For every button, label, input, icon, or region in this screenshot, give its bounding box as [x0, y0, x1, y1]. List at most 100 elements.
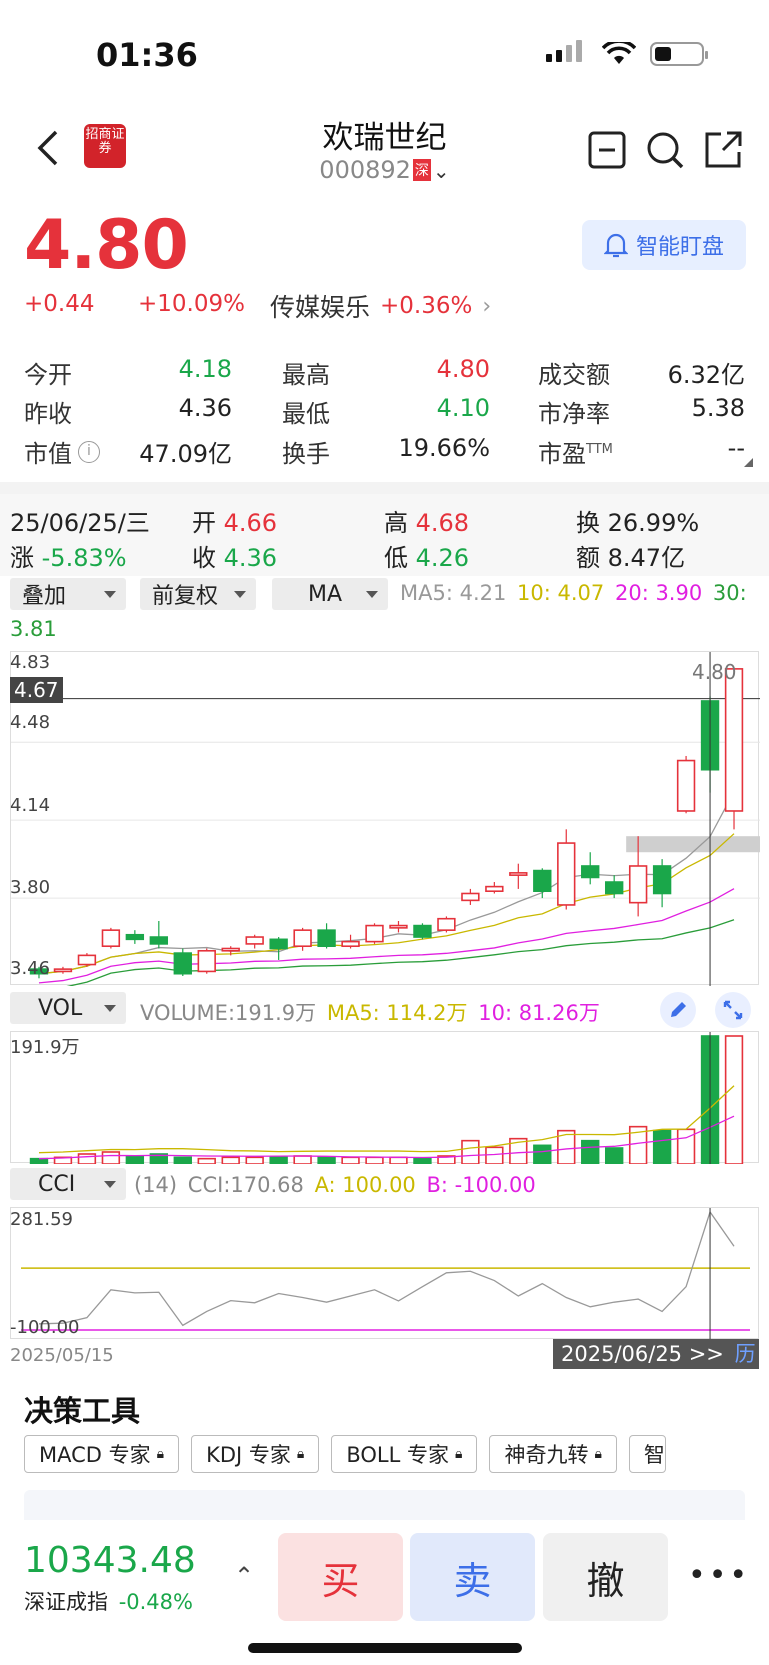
date-cursor-label[interactable]: 2025/06/25 >> 历 — [553, 1339, 759, 1369]
current-price: 4.80 — [24, 206, 189, 285]
value: 4.26 — [415, 544, 470, 572]
date-start-label: 2025/05/15 — [10, 1345, 114, 1366]
day-close: 收 4.36 — [192, 538, 277, 573]
volume-bar — [652, 1129, 672, 1165]
overlay-dropdown[interactable]: 叠加 — [10, 578, 126, 610]
day-date: 25/06/25/三 — [10, 509, 150, 537]
adjust-dropdown[interactable]: 前复权 — [140, 578, 256, 610]
cci-selector-label: CCI — [38, 1171, 76, 1197]
more-icon[interactable]: ••• — [688, 1558, 750, 1593]
label: 额 — [576, 544, 600, 572]
candle-body — [125, 933, 145, 941]
candle-body — [724, 668, 744, 812]
info-icon[interactable]: i — [78, 440, 100, 463]
candle-body — [245, 936, 264, 945]
caret-down-icon — [234, 590, 246, 598]
volume-bar — [77, 1153, 97, 1165]
chevron-up-icon[interactable]: ⌃ — [234, 1562, 254, 1590]
tool-chip-smart[interactable]: 智 — [628, 1435, 666, 1473]
sector-name: 传媒娱乐 — [270, 293, 371, 322]
share-icon[interactable] — [703, 128, 743, 170]
buy-button[interactable]: 买 — [278, 1533, 403, 1621]
volume-bar — [485, 1146, 504, 1165]
candle-body — [173, 952, 192, 975]
stat-label: 市盈 — [538, 440, 586, 468]
day-high: 高 4.68 — [384, 503, 469, 538]
chip-label: 神奇九转 — [504, 1443, 589, 1467]
tool-chip-boll[interactable]: BOLL 专家 🔒︎ — [331, 1435, 478, 1473]
day-open: 开 4.66 — [192, 503, 277, 538]
index-row[interactable]: 深证成指 -0.48% — [24, 1586, 193, 1616]
price-change-pct: +10.09% — [138, 291, 245, 317]
vol-dropdown[interactable]: VOL — [10, 992, 126, 1024]
pe-label: 市盈TTM — [538, 434, 613, 469]
price-axis-label: 3.80 — [10, 877, 51, 898]
stat-label: 市值 — [24, 440, 72, 468]
label: 低 — [384, 544, 408, 572]
volume-bar — [293, 1155, 312, 1165]
expand-corner-icon[interactable] — [744, 458, 753, 467]
edit-indicator-button[interactable] — [660, 992, 696, 1028]
battery-icon — [650, 42, 708, 66]
cci-dropdown[interactable]: CCI — [10, 1168, 126, 1200]
candle-body — [604, 881, 624, 895]
candle-body — [533, 869, 552, 892]
history-link[interactable]: 历 — [735, 1342, 756, 1366]
candle-body — [389, 924, 408, 929]
cursor-date: 2025/06/25 >> — [561, 1342, 724, 1366]
candle-body — [461, 892, 480, 902]
candle-body — [269, 938, 288, 950]
candle-body — [221, 947, 240, 952]
cci-chart-frame[interactable] — [10, 1207, 759, 1340]
stat-label: 市净率 — [538, 400, 610, 428]
fullscreen-button[interactable] — [715, 992, 751, 1028]
kline-chart — [11, 652, 760, 991]
smart-watch-button[interactable]: 智能盯盘 — [582, 220, 746, 270]
stat-value: 47.09亿 — [139, 440, 232, 468]
tool-chip-kdj[interactable]: KDJ 专家 🔒︎ — [191, 1435, 320, 1473]
exchange-tag: 深 — [412, 159, 431, 181]
cci-a-value: A: 100.00 — [314, 1173, 416, 1197]
label: 涨 — [10, 544, 34, 572]
stat-value: -- — [727, 434, 745, 462]
search-icon[interactable] — [645, 130, 685, 170]
stat-value: 4.80 — [436, 355, 490, 383]
volume-chart — [29, 1032, 744, 1165]
cci-axis-top: 281.59 — [10, 1209, 73, 1230]
ma20-value: 20: 3.90 — [614, 581, 703, 605]
tool-chip-macd[interactable]: MACD 专家 🔒︎ — [24, 1435, 180, 1473]
indicator-dropdown[interactable]: MA — [272, 578, 388, 610]
price-change: +0.44 — [24, 291, 95, 317]
sell-button[interactable]: 卖 — [410, 1533, 535, 1621]
sector-pct: +0.36% — [380, 293, 473, 319]
day-low: 低 4.26 — [384, 538, 469, 573]
cci-value: CCI:170.68 — [187, 1173, 304, 1197]
remove-watchlist-icon[interactable] — [588, 131, 626, 169]
ma5-value: MA5: 4.21 — [400, 581, 507, 605]
lock-icon: 🔒︎ — [156, 1446, 165, 1462]
day-change: 涨 -5.83% — [10, 538, 127, 573]
indicator-label: MA — [308, 581, 343, 607]
index-value[interactable]: 10343.48 — [24, 1540, 196, 1581]
tool-chip-td9[interactable]: 神奇九转 🔒︎ — [489, 1435, 617, 1473]
volume-bar — [269, 1156, 288, 1165]
chevron-down-icon: ⌄ — [432, 159, 450, 183]
cancel-button[interactable]: 撤 — [543, 1533, 668, 1621]
stat-label: 换手 — [282, 440, 330, 468]
kline-chart-frame[interactable] — [10, 651, 760, 991]
candle-body — [485, 885, 504, 892]
price-axis-label: 4.48 — [10, 712, 51, 733]
vol-selector-label: VOL — [38, 995, 83, 1021]
day-turnover: 换 26.99% — [576, 503, 699, 538]
value: 4.36 — [223, 544, 278, 572]
adjust-label: 前复权 — [152, 584, 219, 609]
cursor-price-label: 4.67 — [10, 677, 63, 703]
value: -5.83% — [41, 544, 127, 572]
sector-link[interactable]: 传媒娱乐 +0.36% › — [270, 288, 491, 324]
ma30-label: 30: — [712, 581, 747, 605]
label: 换 — [576, 509, 600, 537]
stat-value: 4.18 — [178, 355, 232, 383]
volume-chart-frame[interactable] — [10, 1031, 759, 1165]
stat-value: 4.36 — [178, 394, 232, 422]
label: 高 — [384, 509, 408, 537]
